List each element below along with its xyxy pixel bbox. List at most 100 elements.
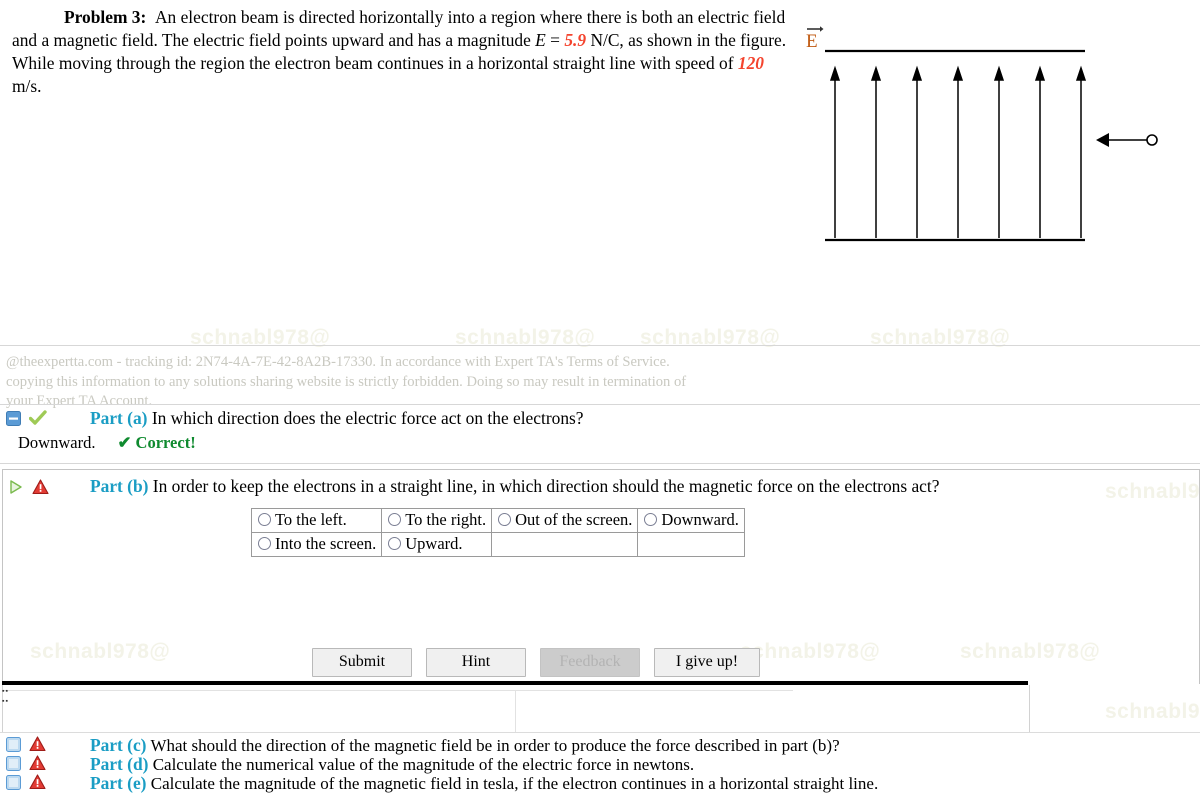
collapse-icon[interactable] <box>6 410 21 426</box>
divider-above-part-a <box>0 404 1200 405</box>
part-a-status-text: Correct! <box>135 433 196 452</box>
part-a-question: In which direction does the electric for… <box>151 408 584 428</box>
electron-circle <box>1146 134 1158 146</box>
part-b-question: In order to keep the electrons in a stra… <box>152 476 940 496</box>
radio-button[interactable] <box>498 513 512 526</box>
watermark: schnabl978@ <box>870 326 1011 349</box>
option-cell-empty <box>637 532 745 557</box>
radio-button[interactable] <box>258 513 271 526</box>
expand-icon[interactable] <box>6 755 21 771</box>
expand-play-icon[interactable] <box>8 479 24 495</box>
part-d-question: Calculate the numerical value of the mag… <box>152 755 695 774</box>
part-a-answer: Downward. <box>18 433 96 452</box>
warning-icon <box>29 755 46 771</box>
tiny-mark-lower: ▪▪ <box>2 698 9 705</box>
electron-velocity-arrow <box>1096 133 1158 147</box>
value-speed: 120 <box>737 53 764 74</box>
part-e-heading: Part (e) Calculate the magnitude of the … <box>90 773 878 794</box>
options-row: To the left. To the right. Out of the sc… <box>250 508 745 533</box>
watermark: schnabl978@ <box>190 326 331 349</box>
option-cell[interactable]: Into the screen. <box>250 532 383 557</box>
part-b-icon-column <box>8 479 78 495</box>
options-row: Into the screen. Upward. <box>250 532 745 557</box>
radio-button[interactable] <box>644 513 658 526</box>
efield-label-text: E <box>806 31 818 52</box>
part-a-icon-column <box>6 410 76 426</box>
part-b-button-row: Submit Hint Feedback I give up! <box>312 648 760 677</box>
option-cell[interactable]: Downward. <box>637 508 745 533</box>
part-d-row: Part (d) Calculate the numerical value o… <box>0 754 1200 775</box>
hint-button[interactable]: Hint <box>426 648 526 677</box>
part-c-label: Part (c) <box>90 735 147 755</box>
part-c-question: What should the direction of the magneti… <box>150 736 840 755</box>
physics-figure: E <box>800 18 1190 268</box>
part-d-icon-column <box>6 755 46 771</box>
feedback-button: Feedback <box>540 648 640 677</box>
option-label: Out of the screen. <box>515 510 633 529</box>
figure-drawing <box>825 49 1158 242</box>
tiny-mark-upper: ▪▪ <box>2 688 9 695</box>
option-cell[interactable]: Out of the screen. <box>491 508 639 533</box>
option-label: To the left. <box>275 510 347 529</box>
problem-text: Problem 3: An electron beam is directed … <box>12 6 792 99</box>
option-cell[interactable]: To the left. <box>250 508 383 533</box>
part-d-label: Part (d) <box>90 754 149 774</box>
vector-arrow-overbar-icon <box>806 24 824 32</box>
problem-number: Problem 3: <box>64 7 147 27</box>
option-label: Downward. <box>661 510 739 529</box>
part-a-status: ✔ Correct! <box>118 433 196 452</box>
option-label: Into the screen. <box>275 534 377 553</box>
lower-panel-vline <box>515 691 516 732</box>
part-e-row: Part (e) Calculate the magnitude of the … <box>0 773 1200 794</box>
check-mark-glyph: ✔ <box>117 433 132 452</box>
watermark: schnabl978@ <box>1105 700 1200 723</box>
equals-sign: = <box>550 30 560 51</box>
warning-icon <box>29 736 46 752</box>
expand-icon[interactable] <box>6 774 21 790</box>
lower-panel <box>2 685 1030 733</box>
unit-speed: m/s. <box>12 76 42 97</box>
field-arrows <box>829 65 1087 238</box>
option-label: To the right. <box>405 510 487 529</box>
warning-icon <box>32 479 49 495</box>
submit-button[interactable]: Submit <box>312 648 412 677</box>
divider-above-notice <box>0 345 1200 346</box>
thick-horizontal-rule <box>2 681 1028 685</box>
parts-cde-list: Part (c) What should the direction of th… <box>0 735 1200 794</box>
problem-statement: Problem 3: An electron beam is directed … <box>0 0 802 99</box>
part-e-label: Part (e) <box>90 773 147 793</box>
i-give-up-button[interactable]: I give up! <box>654 648 760 677</box>
radio-button[interactable] <box>258 537 271 550</box>
divider-above-part-b <box>0 463 1200 464</box>
notice-line-2: copying this information to any solution… <box>6 373 687 390</box>
part-c-icon-column <box>6 736 46 752</box>
part-e-question: Calculate the magnitude of the magnetic … <box>150 774 879 793</box>
part-a-heading: Part (a) In which direction does the ele… <box>90 408 584 429</box>
part-a-block: Part (a) In which direction does the ele… <box>0 408 1200 460</box>
option-cell-empty <box>491 532 639 557</box>
radio-button[interactable] <box>388 513 402 526</box>
lower-panel-hline <box>3 690 793 691</box>
part-e-icon-column <box>6 774 46 790</box>
option-cell[interactable]: Upward. <box>381 532 493 557</box>
divider-above-parts-cde <box>0 732 1200 733</box>
part-c-row: Part (c) What should the direction of th… <box>0 735 1200 756</box>
value-electric-field: 5.9 <box>564 30 587 51</box>
symbol-E: E <box>535 30 546 51</box>
watermark: schnabl978@ <box>455 326 596 349</box>
radio-button[interactable] <box>388 537 402 550</box>
part-d-heading: Part (d) Calculate the numerical value o… <box>90 754 694 775</box>
part-c-heading: Part (c) What should the direction of th… <box>90 735 840 756</box>
part-a-label: Part (a) <box>90 408 148 428</box>
check-icon <box>28 410 47 426</box>
part-b-label: Part (b) <box>90 476 149 496</box>
watermark: schnabl978@ <box>640 326 781 349</box>
expand-icon[interactable] <box>6 736 21 752</box>
notice-line-1: @theexpertta.com - tracking id: 2N74-4A-… <box>6 354 670 370</box>
part-b-heading: Part (b) In order to keep the electrons … <box>90 476 939 497</box>
part-b-options-table: To the left. To the right. Out of the sc… <box>250 508 745 557</box>
part-a-answer-row: Downward. ✔ Correct! <box>18 433 196 453</box>
efield-vector-label: E <box>806 24 824 53</box>
option-cell[interactable]: To the right. <box>381 508 493 533</box>
option-label: Upward. <box>405 534 463 553</box>
